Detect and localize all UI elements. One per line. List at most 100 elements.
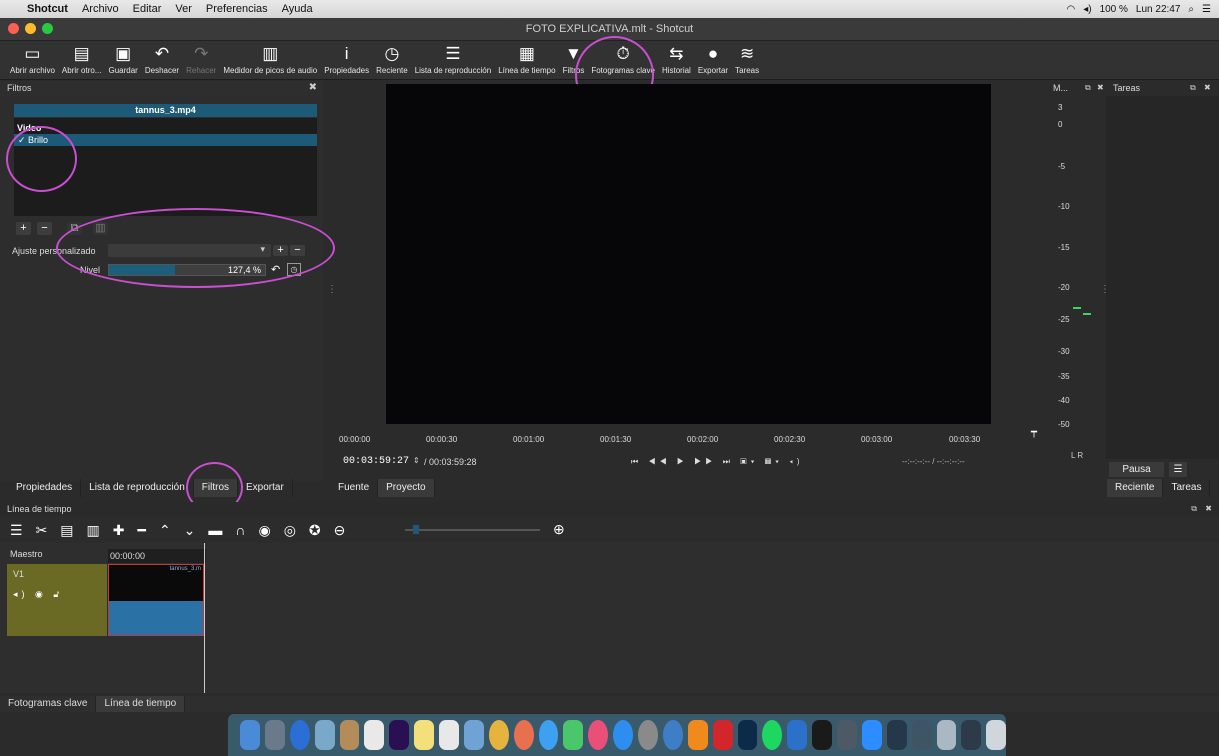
zoom-in-icon[interactable]: ⊕ xyxy=(553,521,565,538)
downloads-icon[interactable] xyxy=(911,720,932,750)
zoom-slider-handle[interactable] xyxy=(413,525,419,534)
menu-editar[interactable]: Editar xyxy=(126,3,169,15)
playhead[interactable] xyxy=(204,543,205,693)
safari-icon[interactable] xyxy=(289,720,310,750)
zoom-slider[interactable] xyxy=(405,529,540,531)
documents-icon[interactable] xyxy=(936,720,957,750)
close-panel-icon[interactable]: ✖ xyxy=(1205,502,1212,516)
facetime-icon[interactable] xyxy=(563,720,584,750)
tab-linea-tiempo[interactable]: Línea de tiempo xyxy=(96,696,186,712)
contacts-icon[interactable] xyxy=(339,720,360,750)
volume-icon[interactable]: ◂) xyxy=(1083,4,1091,15)
zoom-out-icon[interactable]: ⊖ xyxy=(334,522,346,539)
scrub-icon[interactable]: ◉ xyxy=(258,522,270,539)
preview-icon[interactable] xyxy=(314,720,335,750)
track-header-v1[interactable]: V1 ◂) ◉ 🔓︎ xyxy=(7,564,107,636)
tab-lista-reproduccion[interactable]: Lista de reproducción xyxy=(81,479,194,497)
tab-fotogramas-clave[interactable]: Fotogramas clave xyxy=(0,696,97,712)
timecode-stepper-icon[interactable]: ⇕ xyxy=(413,456,420,465)
add-filter-button[interactable]: + xyxy=(16,222,31,235)
redo-button[interactable]: ↷ Rehacer xyxy=(186,41,216,75)
timecode-input[interactable]: 00:03:59:27 xyxy=(343,456,409,467)
pause-button[interactable]: Pausa xyxy=(1109,462,1164,477)
trash-icon[interactable] xyxy=(986,720,1007,750)
photoshop-icon[interactable] xyxy=(737,720,758,750)
remove-icon[interactable]: ━ xyxy=(138,522,146,539)
copy-icon[interactable]: ▤ xyxy=(60,522,73,539)
reminders-icon[interactable] xyxy=(439,720,459,750)
timeline-clip[interactable]: tannus_3.m xyxy=(108,564,204,636)
remove-filter-button[interactable]: − xyxy=(37,222,52,235)
ripple-all-icon[interactable]: ✪ xyxy=(309,522,321,539)
battery-percent[interactable]: 100 % xyxy=(1100,4,1128,15)
video-viewer[interactable] xyxy=(386,84,991,424)
transport-controls[interactable]: ⏮ ◀◀ ▶ ▶▶ ⏭ ▣▾ ▦▾ ◂) xyxy=(631,457,804,467)
tab-propiedades[interactable]: Propiedades xyxy=(8,479,82,497)
launchpad-icon[interactable] xyxy=(264,720,285,750)
history-button[interactable]: ⇆ Historial xyxy=(662,41,691,75)
chrome-icon[interactable] xyxy=(488,720,509,750)
zoom-app-icon[interactable] xyxy=(861,720,882,750)
menu-archivo[interactable]: Archivo xyxy=(75,3,126,15)
close-panel-icon[interactable]: ✖ xyxy=(1204,83,1211,92)
open-other-button[interactable]: ▤ Abrir otro... xyxy=(62,41,102,75)
music-icon[interactable] xyxy=(588,720,609,750)
export-button[interactable]: ● Exportar xyxy=(698,41,728,75)
menu-ayuda[interactable]: Ayuda xyxy=(275,3,320,15)
timeline-button[interactable]: ▦ Línea de tiempo xyxy=(498,41,555,75)
premiere-icon[interactable] xyxy=(389,720,410,750)
timeline-menu-icon[interactable]: ☰ xyxy=(10,522,23,539)
properties-button[interactable]: i Propiedades xyxy=(324,41,369,75)
menu-app-name[interactable]: Shotcut xyxy=(20,3,75,15)
tab-fuente[interactable]: Fuente xyxy=(330,479,379,497)
menu-ver[interactable]: Ver xyxy=(168,3,199,15)
wifi-icon[interactable]: ◠ xyxy=(1066,4,1075,15)
append-icon[interactable]: ✚ xyxy=(113,522,125,539)
photos-icon[interactable] xyxy=(513,720,534,750)
shotcut-icon[interactable] xyxy=(662,720,683,750)
jobs-menu-icon[interactable]: ☰ xyxy=(1169,462,1187,477)
close-panel-icon[interactable]: ✖ xyxy=(1097,83,1104,92)
time-ruler[interactable]: 00:00:00 00:00:30 00:01:00 00:01:30 00:0… xyxy=(337,425,1042,447)
messages-icon[interactable] xyxy=(538,720,559,750)
calendar-icon[interactable] xyxy=(364,720,385,750)
audio-peak-meter-button[interactable]: ▥ Medidor de picos de audio xyxy=(223,41,317,75)
acrobat-icon[interactable] xyxy=(712,720,733,750)
paste-icon[interactable]: ▥ xyxy=(87,522,100,539)
photos-app-icon[interactable] xyxy=(463,720,484,750)
tab-exportar[interactable]: Exportar xyxy=(238,479,293,497)
cut-icon[interactable]: ✂ xyxy=(36,522,48,539)
spotify-icon[interactable] xyxy=(762,720,783,750)
ripple-icon[interactable]: ◎ xyxy=(284,522,296,539)
close-panel-icon[interactable]: ✖ xyxy=(309,82,317,93)
mission-control-icon[interactable] xyxy=(886,720,907,750)
snap-icon[interactable]: ∩ xyxy=(235,522,245,538)
audacity-icon[interactable] xyxy=(787,720,808,750)
overwrite-icon[interactable]: ⌄ xyxy=(184,522,196,539)
vlc-icon[interactable] xyxy=(687,720,708,750)
disk-utility-icon[interactable] xyxy=(837,720,857,750)
menu-preferencias[interactable]: Preferencias xyxy=(199,3,275,15)
clock[interactable]: Lun 22:47 xyxy=(1136,4,1181,15)
jobs-button[interactable]: ≋ Tareas xyxy=(735,41,759,75)
notes-icon[interactable] xyxy=(414,720,434,750)
tab-filtros[interactable]: Filtros xyxy=(193,479,239,497)
finder-icon[interactable] xyxy=(240,720,260,750)
jobs-list[interactable] xyxy=(1106,96,1219,459)
save-button[interactable]: ▣ Guardar xyxy=(108,41,137,75)
float-panel-icon[interactable]: ⧉ xyxy=(1190,83,1196,93)
playlist-button[interactable]: ☰ Lista de reproducción xyxy=(415,41,492,75)
recent-button[interactable]: ◷ Reciente xyxy=(376,41,408,75)
float-panel-icon[interactable]: ⧉ xyxy=(1085,83,1091,93)
tab-proyecto[interactable]: Proyecto xyxy=(378,479,435,497)
system-preferences-icon[interactable] xyxy=(638,720,658,750)
splitter-handle[interactable]: ⋮ xyxy=(327,284,337,295)
tab-tareas[interactable]: Tareas xyxy=(1163,479,1211,497)
open-file-button[interactable]: ▭ Abrir archivo xyxy=(10,41,55,75)
position-marker-icon[interactable]: ┯ xyxy=(1031,427,1037,438)
recent-file-icon[interactable] xyxy=(961,720,982,750)
notification-list-icon[interactable]: ☰ xyxy=(1202,4,1211,15)
app-store-icon[interactable] xyxy=(613,720,633,750)
float-panel-icon[interactable]: ⧉ xyxy=(1191,502,1197,516)
tab-reciente[interactable]: Reciente xyxy=(1107,479,1164,497)
